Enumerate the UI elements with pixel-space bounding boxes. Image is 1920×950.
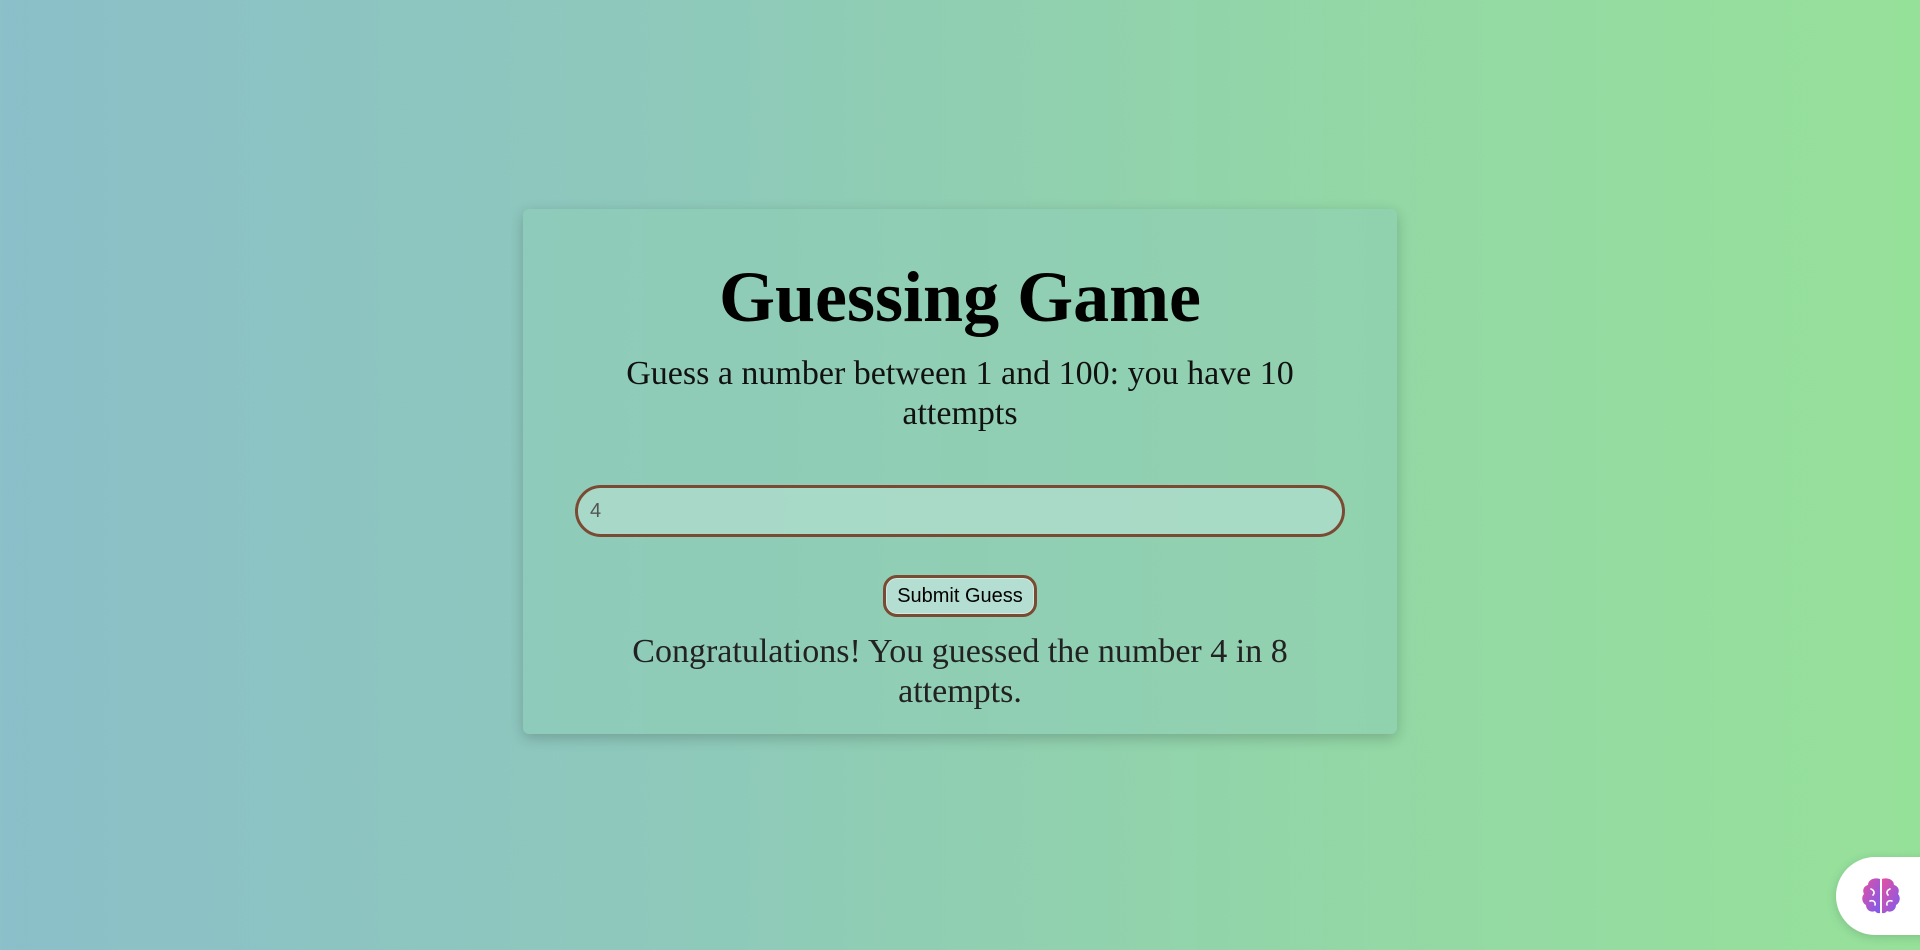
game-card: Guessing Game Guess a number between 1 a… [523,209,1397,734]
assistant-button[interactable] [1836,857,1920,935]
result-message: Congratulations! You guessed the number … [632,633,1288,710]
submit-guess-button[interactable]: Submit Guess [883,575,1037,617]
brain-icon [1862,878,1900,914]
guess-input[interactable] [575,485,1345,537]
game-title: Guessing Game [718,257,1202,337]
instructions-text: Guess a number between 1 and 100: you ha… [626,355,1294,432]
